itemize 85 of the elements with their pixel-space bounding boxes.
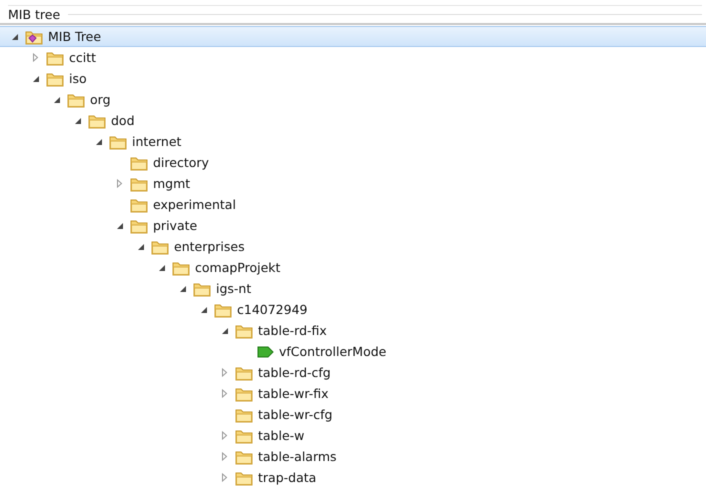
tree-row[interactable]: igs-nt bbox=[0, 278, 706, 299]
folder-icon bbox=[151, 238, 169, 254]
node-label: org bbox=[90, 92, 111, 107]
node-label: table-alarms bbox=[258, 449, 337, 464]
node-label: enterprises bbox=[174, 239, 245, 254]
node-label: table-w bbox=[258, 428, 304, 443]
panel-title: MIB tree bbox=[8, 6, 60, 22]
node-label: experimental bbox=[153, 197, 236, 212]
tree-row[interactable]: comapProjekt bbox=[0, 257, 706, 278]
node-label: table-rd-fix bbox=[258, 323, 327, 338]
tree-row[interactable]: table-rd-fix bbox=[0, 320, 706, 341]
leaf-node-icon bbox=[256, 344, 274, 360]
tree-row[interactable]: c14072949 bbox=[0, 299, 706, 320]
folder-icon bbox=[67, 92, 85, 108]
tree-row[interactable]: org bbox=[0, 89, 706, 110]
collapsed-arrow-icon[interactable] bbox=[220, 431, 229, 440]
expanded-arrow-icon[interactable] bbox=[178, 284, 187, 293]
folder-icon bbox=[235, 386, 253, 402]
folder-icon bbox=[46, 70, 64, 86]
folder-icon bbox=[235, 448, 253, 464]
tree-row[interactable]: trap-data bbox=[0, 467, 706, 488]
folder-open-icon bbox=[25, 28, 43, 44]
node-label: c14072949 bbox=[237, 302, 308, 317]
tree-row[interactable]: MIB Tree bbox=[0, 26, 706, 47]
folder-icon bbox=[130, 196, 148, 212]
node-label: vfControllerMode bbox=[279, 344, 386, 359]
expanded-arrow-icon[interactable] bbox=[52, 95, 61, 104]
folder-icon bbox=[235, 428, 253, 444]
tree-row[interactable]: dod bbox=[0, 110, 706, 131]
folder-icon bbox=[46, 50, 64, 66]
expanded-arrow-icon[interactable] bbox=[220, 326, 229, 335]
tree-row[interactable]: internet bbox=[0, 131, 706, 152]
folder-icon bbox=[235, 364, 253, 380]
node-label: igs-nt bbox=[216, 281, 252, 296]
collapsed-arrow-icon[interactable] bbox=[220, 389, 229, 398]
expanded-arrow-icon[interactable] bbox=[94, 137, 103, 146]
tree-row[interactable]: private bbox=[0, 215, 706, 236]
expanded-arrow-icon[interactable] bbox=[136, 242, 145, 251]
folder-icon bbox=[214, 302, 232, 318]
tree-row[interactable]: experimental bbox=[0, 194, 706, 215]
expanded-arrow-icon[interactable] bbox=[31, 74, 40, 83]
node-label: trap-data bbox=[258, 470, 316, 485]
folder-icon bbox=[109, 134, 127, 150]
node-label: dod bbox=[111, 113, 135, 128]
folder-icon bbox=[130, 154, 148, 170]
folder-icon bbox=[130, 218, 148, 234]
node-label: private bbox=[153, 218, 198, 233]
expanded-arrow-icon[interactable] bbox=[157, 263, 166, 272]
collapsed-arrow-icon[interactable] bbox=[115, 179, 124, 188]
tree-row[interactable]: table-wr-fix bbox=[0, 383, 706, 404]
tree-row[interactable]: mgmt bbox=[0, 173, 706, 194]
folder-icon bbox=[130, 176, 148, 192]
tree-row[interactable]: ccitt bbox=[0, 47, 706, 68]
expanded-arrow-icon[interactable] bbox=[73, 116, 82, 125]
folder-icon bbox=[172, 260, 190, 276]
tree-row[interactable]: enterprises bbox=[0, 236, 706, 257]
node-label: ccitt bbox=[69, 50, 96, 65]
tree-row[interactable]: directory bbox=[0, 152, 706, 173]
node-label: table-rd-cfg bbox=[258, 365, 331, 380]
node-label: MIB Tree bbox=[48, 29, 102, 44]
folder-icon bbox=[235, 470, 253, 486]
folder-icon bbox=[235, 406, 253, 422]
folder-icon bbox=[88, 112, 106, 128]
collapsed-arrow-icon[interactable] bbox=[220, 473, 229, 482]
tree-row[interactable]: iso bbox=[0, 68, 706, 89]
expanded-arrow-icon[interactable] bbox=[199, 305, 208, 314]
expanded-arrow-icon[interactable] bbox=[115, 221, 124, 230]
folder-icon bbox=[235, 322, 253, 338]
node-label: comapProjekt bbox=[195, 260, 280, 275]
node-label: mgmt bbox=[153, 176, 190, 191]
expanded-arrow-icon[interactable] bbox=[10, 32, 19, 41]
collapsed-arrow-icon[interactable] bbox=[220, 368, 229, 377]
collapsed-arrow-icon[interactable] bbox=[220, 452, 229, 461]
node-label: table-wr-fix bbox=[258, 386, 329, 401]
node-label: directory bbox=[153, 155, 209, 170]
node-label: table-wr-cfg bbox=[258, 407, 332, 422]
tree-row[interactable]: table-wr-cfg bbox=[0, 404, 706, 425]
folder-icon bbox=[193, 280, 211, 296]
tree-row[interactable]: table-alarms bbox=[0, 446, 706, 467]
tree-row[interactable]: table-w bbox=[0, 425, 706, 446]
tree-row[interactable]: table-rd-cfg bbox=[0, 362, 706, 383]
collapsed-arrow-icon[interactable] bbox=[31, 53, 40, 62]
tree-row[interactable]: vfControllerMode bbox=[0, 341, 706, 362]
node-label: internet bbox=[132, 134, 182, 149]
node-label: iso bbox=[69, 71, 87, 86]
